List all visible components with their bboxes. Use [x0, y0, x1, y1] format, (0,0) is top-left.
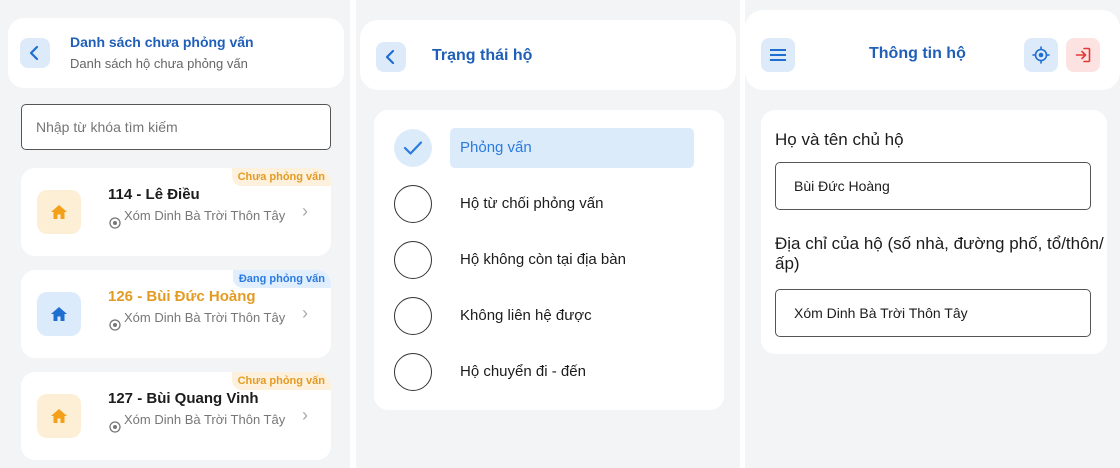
owner-name-field[interactable]	[775, 162, 1091, 210]
status-option[interactable]: Hộ từ chối phỏng vấn	[394, 184, 712, 224]
household-info-form: Họ và tên chủ hộ Địa chỉ của hộ (số nhà,…	[761, 110, 1107, 354]
radio-unchecked[interactable]	[394, 241, 432, 279]
status-option-list: Phỏng vấn Hộ từ chối phỏng vấn Hộ không …	[374, 110, 724, 410]
house-icon-box	[37, 394, 81, 438]
status-option[interactable]: Hộ không còn tại địa bàn	[394, 240, 712, 280]
chevron-left-icon	[385, 49, 395, 65]
address-field[interactable]	[775, 289, 1091, 337]
household-name: 126 - Bùi Đức Hoàng	[108, 288, 256, 305]
menu-icon-bar	[770, 59, 786, 61]
location-icon	[109, 217, 121, 229]
option-label: Không liên hệ được	[460, 307, 592, 324]
status-option[interactable]: Không liên hệ được	[394, 296, 712, 336]
menu-icon-bar	[770, 54, 786, 56]
radio-unchecked[interactable]	[394, 297, 432, 335]
back-button[interactable]	[20, 38, 50, 68]
option-label: Hộ không còn tại địa bàn	[460, 251, 626, 268]
status-option[interactable]: Phỏng vấn	[394, 128, 712, 168]
status-option[interactable]: Hộ chuyển đi - đến	[394, 352, 712, 392]
gps-button[interactable]	[1024, 38, 1058, 72]
page-title: Trạng thái hộ	[432, 47, 533, 64]
menu-icon	[770, 49, 786, 51]
menu-button[interactable]	[761, 38, 795, 72]
option-label: Hộ chuyển đi - đến	[460, 363, 586, 380]
radio-unchecked[interactable]	[394, 185, 432, 223]
page-subtitle: Danh sách hộ chưa phỏng vấn	[70, 56, 248, 71]
check-icon	[403, 141, 423, 155]
search-input[interactable]	[21, 104, 331, 150]
household-card[interactable]: Đang phỏng vấn 126 - Bùi Đức Hoàng Xóm D…	[21, 270, 331, 358]
household-info-screen: Thông tin hộ Họ và tên chủ hộ Địa chỉ củ…	[745, 0, 1120, 468]
radio-unchecked[interactable]	[394, 353, 432, 391]
list-header: Danh sách chưa phỏng vấn Danh sách hộ ch…	[8, 18, 344, 88]
address-label: Địa chỉ của hộ (số nhà, đường phố, tổ/th…	[775, 234, 1104, 273]
gps-icon	[1032, 46, 1050, 64]
status-badge: Chưa phỏng vấn	[231, 372, 331, 390]
logout-icon	[1075, 47, 1091, 63]
house-icon	[51, 307, 67, 321]
location-icon	[109, 421, 121, 433]
household-address: Xóm Dinh Bà Trời Thôn Tây	[124, 310, 286, 325]
option-label: Phỏng vấn	[450, 128, 694, 168]
owner-name-label: Họ và tên chủ hộ	[775, 130, 904, 149]
house-icon	[51, 205, 67, 219]
page-title: Thông tin hộ	[869, 45, 966, 62]
info-header: Thông tin hộ	[745, 10, 1120, 90]
household-address: Xóm Dinh Bà Trời Thôn Tây	[124, 208, 286, 223]
chevron-left-icon	[29, 45, 39, 61]
household-card[interactable]: Chưa phỏng vấn 114 - Lê Điều Xóm Dinh Bà…	[21, 168, 331, 256]
option-label: Hộ từ chối phỏng vấn	[460, 195, 604, 212]
radio-checked[interactable]	[394, 129, 432, 167]
status-header: Trạng thái hộ	[360, 20, 736, 90]
house-icon-box	[37, 292, 81, 336]
household-name: 127 - Bùi Quang Vinh	[108, 390, 259, 407]
household-list-screen: Danh sách chưa phỏng vấn Danh sách hộ ch…	[0, 0, 350, 468]
chevron-right-icon: ›	[302, 201, 308, 221]
household-status-screen: Trạng thái hộ Phỏng vấn Hộ từ chối phỏng…	[356, 0, 740, 468]
chevron-right-icon: ›	[302, 303, 308, 323]
status-badge: Chưa phỏng vấn	[231, 168, 331, 186]
logout-button[interactable]	[1066, 38, 1100, 72]
page-title: Danh sách chưa phỏng vấn	[70, 34, 254, 50]
house-icon	[51, 409, 67, 423]
back-button[interactable]	[376, 42, 406, 72]
chevron-right-icon: ›	[302, 405, 308, 425]
household-address: Xóm Dinh Bà Trời Thôn Tây	[124, 412, 286, 427]
location-icon	[109, 319, 121, 331]
household-name: 114 - Lê Điều	[108, 186, 200, 203]
status-badge: Đang phỏng vấn	[232, 270, 331, 288]
house-icon-box	[37, 190, 81, 234]
household-card[interactable]: Chưa phỏng vấn 127 - Bùi Quang Vinh Xóm …	[21, 372, 331, 460]
